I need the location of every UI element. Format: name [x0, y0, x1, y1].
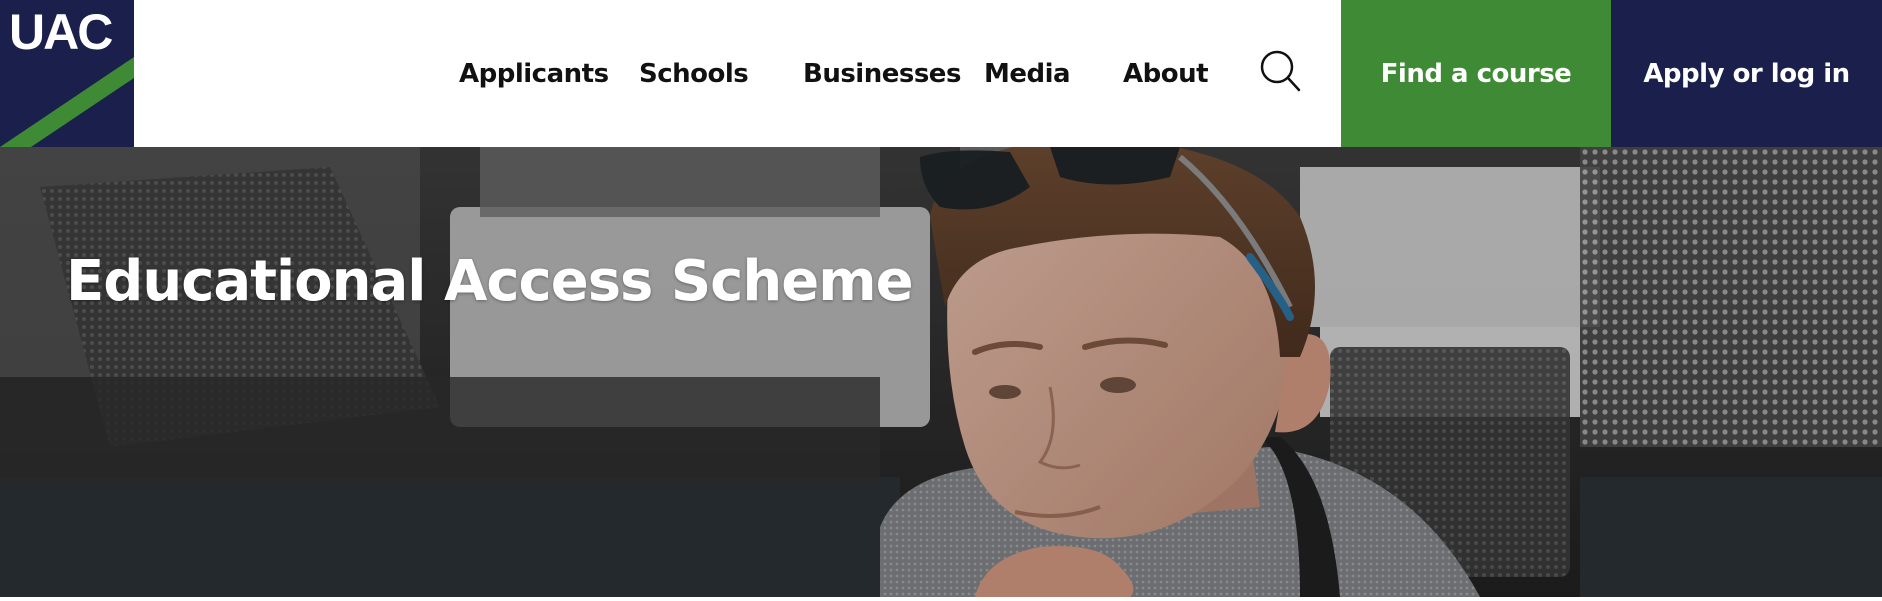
- logo-text: UAC: [9, 4, 113, 60]
- uac-logo[interactable]: UAC: [0, 0, 134, 147]
- page-title: Educational Access Scheme: [66, 249, 914, 314]
- search-icon: [1260, 50, 1301, 92]
- page-bottom-edge: [0, 597, 1882, 601]
- nav-item-schools[interactable]: Schools: [639, 0, 749, 147]
- nav-item-applicants[interactable]: Applicants: [459, 0, 609, 147]
- hero-photo: [0, 147, 1882, 597]
- main-nav: Applicants Schools Businesses Media Abou…: [134, 0, 1341, 147]
- apply-login-button[interactable]: Apply or log in: [1611, 0, 1882, 147]
- nav-item-media[interactable]: Media: [984, 0, 1071, 147]
- find-course-button[interactable]: Find a course: [1341, 0, 1611, 147]
- nav-item-businesses[interactable]: Businesses: [803, 0, 961, 147]
- nav-item-about[interactable]: About: [1123, 0, 1209, 147]
- search-button[interactable]: [1259, 47, 1303, 97]
- hero-banner: Educational Access Scheme: [0, 147, 1882, 597]
- site-header: UAC Applicants Schools Businesses Media …: [0, 0, 1882, 147]
